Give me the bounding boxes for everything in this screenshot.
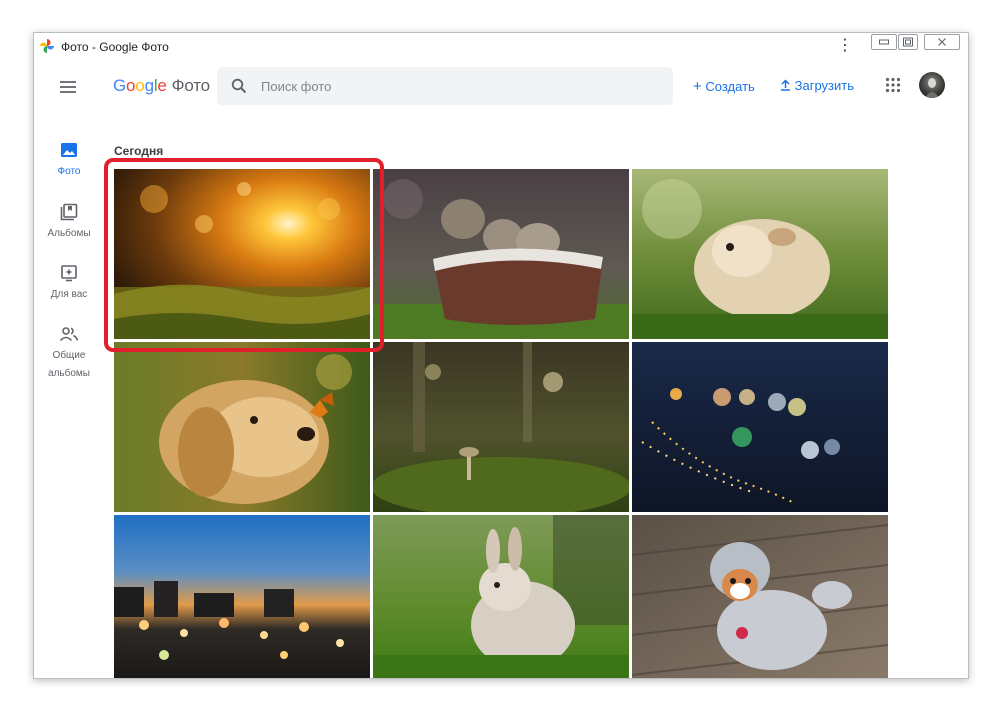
sidebar-item-shared-albums[interactable]: Общие альбомы [34, 325, 104, 383]
sidebar-item-label: Общие альбомы [48, 350, 90, 379]
photo-image [114, 515, 370, 678]
photo-thumbnail[interactable] [632, 515, 888, 678]
photo-thumbnail[interactable] [114, 342, 370, 512]
logo-letter: o [126, 76, 136, 95]
photo-thumbnail[interactable] [373, 169, 629, 339]
search-bar[interactable] [217, 67, 673, 105]
sidebar-item-label: Для вас [50, 289, 88, 300]
photo-image [373, 515, 629, 678]
for-you-icon [61, 265, 77, 282]
logo-letter: o [135, 76, 145, 95]
photo-image [373, 342, 629, 512]
upload-icon [780, 79, 791, 94]
title-bar: Фото - Google Фото ⋮ [34, 33, 968, 59]
upload-button[interactable]: Загрузить [780, 78, 854, 94]
logo-letter: g [144, 76, 154, 95]
more-options-icon[interactable]: ⋮ [837, 37, 853, 55]
photo-icon [61, 143, 77, 157]
photo-thumbnail[interactable] [373, 515, 629, 678]
photo-thumbnail[interactable] [373, 342, 629, 512]
photo-image [632, 169, 888, 339]
logo-letter: G [113, 76, 127, 95]
photo-image [114, 342, 370, 512]
albums-icon [60, 203, 78, 221]
shared-albums-icon [59, 327, 79, 342]
photo-image [632, 515, 888, 678]
upload-label: Загрузить [794, 78, 854, 93]
sidebar-item-albums[interactable]: Альбомы [34, 203, 104, 243]
section-date-header: Сегодня [114, 144, 164, 158]
sidebar-item-photos[interactable]: Фото [34, 141, 104, 181]
search-icon[interactable] [231, 78, 247, 94]
sidebar-item-for-you[interactable]: Для вас [34, 264, 104, 304]
google-photos-logo[interactable]: Google Фото [113, 76, 210, 96]
window-title: Фото - Google Фото [61, 40, 169, 54]
photo-thumbnail[interactable] [632, 169, 888, 339]
sidebar-item-label: Фото [57, 166, 81, 177]
create-label: Создать [705, 79, 755, 94]
hamburger-menu-icon[interactable] [58, 77, 78, 97]
photo-thumbnail[interactable] [632, 342, 888, 512]
photo-image [632, 342, 888, 512]
browser-window: Фото - Google Фото ⋮ GoogleФото + Создат… [33, 32, 969, 679]
close-button[interactable] [924, 34, 960, 50]
google-photos-pinwheel-icon [40, 39, 54, 53]
create-button[interactable]: + Создать [693, 78, 755, 95]
apps-grid-icon[interactable] [885, 77, 901, 93]
logo-product-name: Фото [171, 76, 210, 95]
plus-icon: + [693, 78, 702, 95]
app-header: GoogleФото + Создать Загрузить [34, 59, 968, 119]
photo-thumbnail[interactable] [114, 515, 370, 678]
search-input[interactable] [261, 77, 651, 95]
avatar[interactable] [919, 72, 945, 98]
minimize-button[interactable] [871, 34, 897, 50]
photo-image [373, 169, 629, 339]
sidebar-item-label: Альбомы [47, 228, 91, 239]
selection-highlight [104, 158, 384, 352]
logo-letter: e [157, 76, 167, 95]
maximize-button[interactable] [898, 34, 918, 50]
